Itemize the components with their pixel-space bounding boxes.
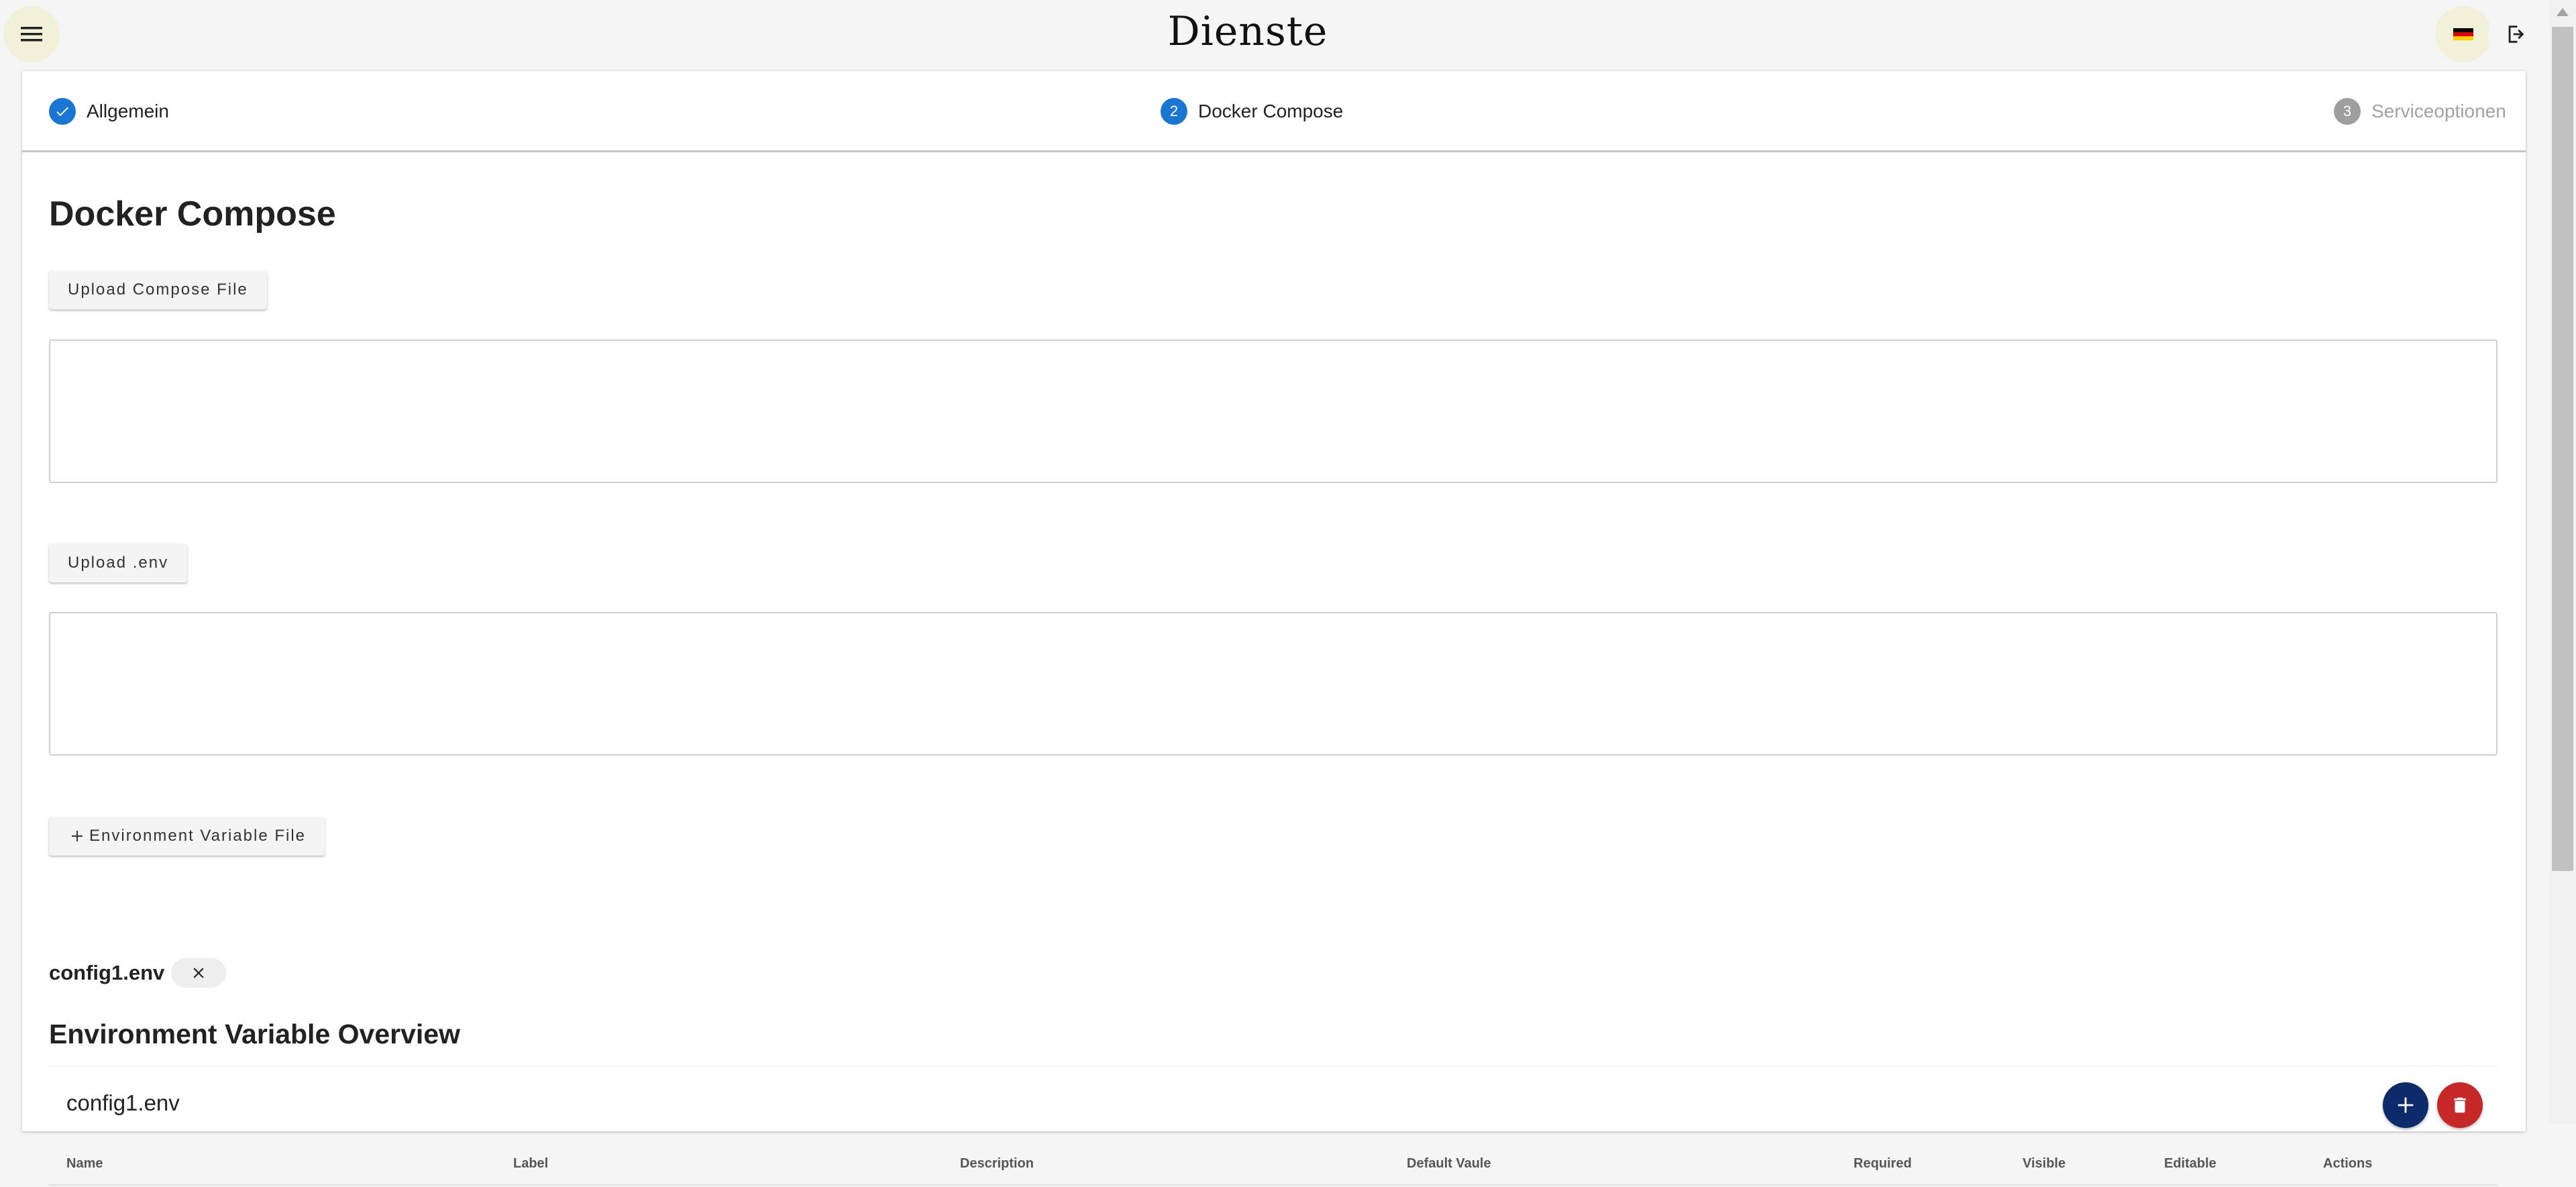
step-docker-compose[interactable]: 2 Docker Compose	[1161, 98, 1343, 125]
scroll-up-arrow-icon[interactable]	[2549, 0, 2576, 24]
chip-label: config1.env	[49, 961, 165, 984]
add-variable-button[interactable]	[2383, 1082, 2428, 1128]
column-header-editable[interactable]: Editable	[2164, 1156, 2216, 1172]
step-label: Serviceoptionen	[2371, 101, 2506, 121]
german-flag-icon	[2453, 28, 2473, 40]
trash-icon	[2454, 1097, 2466, 1113]
language-button[interactable]	[2435, 6, 2491, 62]
step-allgemein[interactable]: Allgemein	[49, 98, 169, 125]
upload-env-button[interactable]: Upload .env	[49, 544, 188, 582]
logout-button[interactable]	[2488, 6, 2544, 62]
plus-icon	[2398, 1097, 2414, 1113]
env-overview-panel: config1.env Name Label Description Defau…	[49, 1066, 2498, 1187]
button-label: Environment Variable File	[89, 827, 307, 845]
step-label: Allgemein	[87, 101, 169, 121]
compose-file-textarea[interactable]	[49, 340, 2498, 483]
column-header-description[interactable]: Description	[960, 1156, 1034, 1172]
step-number: 3	[2334, 98, 2361, 125]
column-header-default-value[interactable]: Default Vaule	[1407, 1156, 1491, 1172]
delete-env-file-button[interactable]	[2437, 1082, 2483, 1128]
app-bar: Dienste	[0, 0, 2549, 69]
column-header-required[interactable]: Required	[1854, 1156, 1912, 1172]
scrollbar-thumb[interactable]	[2552, 27, 2573, 871]
logout-icon	[2508, 25, 2524, 43]
remove-env-file-button[interactable]	[171, 958, 227, 988]
upload-compose-file-button[interactable]: Upload Compose File	[49, 270, 267, 309]
overview-title: Environment Variable Overview	[49, 1019, 460, 1049]
env-file-textarea[interactable]	[49, 612, 2498, 756]
column-header-visible[interactable]: Visible	[2023, 1156, 2065, 1172]
page-title: Docker Compose	[49, 195, 336, 234]
column-header-label[interactable]: Label	[513, 1156, 548, 1172]
plus-icon	[72, 831, 83, 841]
table-header: Name Label Description Default Vaule Req…	[49, 1151, 2498, 1186]
column-header-name[interactable]: Name	[66, 1156, 103, 1172]
column-header-actions: Actions	[2323, 1156, 2373, 1171]
step-label: Docker Compose	[1198, 101, 1344, 121]
main-card: Allgemein 2 Docker Compose 3 Serviceopti…	[22, 71, 2526, 1186]
env-file-chip: config1.env	[49, 958, 227, 988]
step-serviceoptionen[interactable]: 3 Serviceoptionen	[2334, 98, 2506, 125]
vertical-scrollbar[interactable]	[2549, 0, 2576, 1124]
add-environment-variable-file-button[interactable]: Environment Variable File	[49, 817, 325, 856]
stepper: Allgemein 2 Docker Compose 3 Serviceopti…	[22, 71, 2526, 152]
app-title: Dienste	[1167, 8, 1328, 55]
env-file-name: config1.env	[66, 1090, 180, 1115]
step-number: 2	[1161, 98, 1187, 125]
close-icon	[193, 968, 204, 978]
check-icon	[49, 98, 76, 125]
